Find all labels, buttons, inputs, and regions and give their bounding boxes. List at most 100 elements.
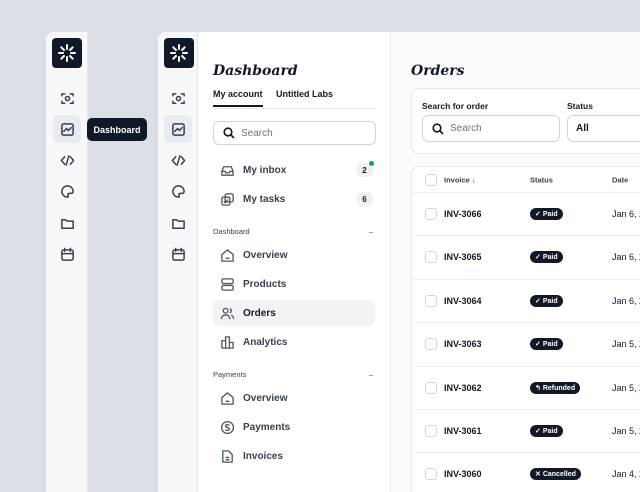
icon-rail-collapsed bbox=[46, 32, 88, 492]
nav-my-tasks[interactable]: My tasks 6 bbox=[213, 186, 375, 212]
scan-icon[interactable] bbox=[164, 84, 192, 112]
code-icon[interactable] bbox=[164, 146, 192, 174]
table-row[interactable]: INV-3061 ✓ Paid Jan 5, 2 bbox=[412, 409, 640, 452]
order-date: Jan 5, 2 bbox=[612, 339, 640, 350]
table-row[interactable]: INV-3064 ✓ Paid Jan 6, 2 bbox=[412, 278, 640, 322]
invoice-id: INV-3060 bbox=[444, 469, 482, 480]
count: 2 bbox=[362, 165, 367, 175]
palette-icon[interactable] bbox=[164, 177, 192, 205]
tasks-icon bbox=[221, 192, 234, 206]
tooltip: Dashboard bbox=[87, 118, 147, 141]
invoice-id: INV-3063 bbox=[444, 339, 482, 350]
table-row[interactable]: INV-3065 ✓ Paid Jan 6, 2 bbox=[412, 235, 640, 278]
status-badge: ✓ Paid bbox=[530, 251, 563, 264]
invoice-id: INV-3065 bbox=[444, 252, 482, 263]
order-date: Jan 5, 2 bbox=[612, 426, 640, 436]
status-label: Status bbox=[567, 101, 593, 111]
calendar-icon[interactable] bbox=[164, 240, 192, 268]
status-text: Paid bbox=[542, 341, 558, 349]
scan-icon[interactable] bbox=[53, 84, 81, 112]
filter-card: Search for order Search Status All bbox=[411, 88, 640, 154]
chart-icon[interactable] bbox=[164, 115, 192, 143]
page-title: Orders bbox=[411, 63, 465, 79]
order-search-input[interactable]: Search bbox=[422, 115, 560, 142]
nav-analytics[interactable]: Analytics bbox=[213, 329, 375, 355]
row-checkbox[interactable] bbox=[425, 425, 437, 437]
status-text: Paid bbox=[542, 211, 558, 218]
invoice-id: INV-3066 bbox=[444, 209, 482, 219]
server-icon bbox=[221, 277, 234, 291]
search-label: Search for order bbox=[422, 101, 489, 111]
table-row[interactable]: INV-3063 ✓ Paid Jan 5, 2 bbox=[412, 322, 640, 365]
logo[interactable] bbox=[164, 38, 194, 68]
search-placeholder: Search bbox=[450, 123, 482, 134]
tabs: My account Untitled Labs bbox=[213, 89, 376, 109]
select-all-checkbox[interactable] bbox=[425, 174, 437, 186]
collapse-icon[interactable]: – bbox=[369, 370, 373, 379]
row-checkbox[interactable] bbox=[425, 381, 437, 394]
nav-label: Products bbox=[243, 278, 287, 290]
order-date: Jan 6, 2 bbox=[612, 295, 640, 306]
status-text: Paid bbox=[542, 297, 558, 305]
nav-products[interactable]: Products bbox=[213, 271, 375, 297]
tab-my-account[interactable]: My account bbox=[213, 89, 263, 107]
sidebar-title: Dashboard bbox=[213, 63, 298, 79]
status-icon: ✓ bbox=[535, 341, 541, 349]
nav-my-inbox[interactable]: My inbox 2 bbox=[213, 157, 375, 183]
table-header: Invoice ↓ Status Date bbox=[412, 167, 640, 193]
nav-orders[interactable]: Orders bbox=[213, 300, 375, 326]
search-icon bbox=[223, 127, 235, 139]
column-status[interactable]: Status bbox=[530, 176, 553, 185]
row-checkbox[interactable] bbox=[425, 294, 437, 307]
nav-label: Orders bbox=[243, 307, 276, 319]
invoice-id: INV-3062 bbox=[444, 382, 482, 393]
document-icon bbox=[222, 449, 233, 463]
status-icon: ↰ bbox=[535, 384, 541, 392]
status-badge: ✓ Paid bbox=[530, 338, 563, 351]
status-icon: ✓ bbox=[535, 297, 541, 305]
nav-invoices[interactable]: Invoices bbox=[213, 443, 375, 469]
status-icon: ✓ bbox=[535, 428, 541, 435]
status-badge: ✓ Paid bbox=[530, 208, 563, 220]
tasks-count-badge: 6 bbox=[356, 192, 373, 206]
folder-icon[interactable] bbox=[164, 209, 192, 237]
row-checkbox[interactable] bbox=[425, 208, 437, 220]
status-select[interactable]: All bbox=[567, 115, 640, 142]
tab-untitled-labs[interactable]: Untitled Labs bbox=[276, 89, 333, 105]
nav-payments[interactable]: Payments bbox=[213, 414, 375, 440]
calendar-icon[interactable] bbox=[53, 240, 81, 268]
nav-payments-overview[interactable]: Overview bbox=[213, 385, 375, 411]
nav-label: My inbox bbox=[243, 164, 287, 176]
row-checkbox[interactable] bbox=[425, 338, 437, 351]
orders-table: Invoice ↓ Status Date INV-3066 ✓ Paid Ja… bbox=[411, 166, 640, 492]
unread-dot bbox=[369, 161, 374, 166]
logo[interactable] bbox=[52, 38, 82, 68]
nav-label: Payments bbox=[243, 421, 291, 433]
search-placeholder: Search bbox=[241, 127, 273, 139]
sidebar: Dashboard My account Untitled Labs Searc… bbox=[198, 32, 391, 492]
column-invoice[interactable]: Invoice ↓ bbox=[444, 176, 476, 185]
nav-label: Overview bbox=[243, 249, 288, 261]
row-checkbox[interactable] bbox=[425, 251, 437, 264]
folder-icon[interactable] bbox=[53, 209, 81, 237]
table-row[interactable]: INV-3066 ✓ Paid Jan 6, 2 bbox=[412, 192, 640, 235]
section-payments[interactable]: Payments – bbox=[213, 370, 373, 379]
table-row[interactable]: INV-3060 ✕ Cancelled Jan 4, 2 bbox=[412, 452, 640, 492]
table-row[interactable]: INV-3062 ↰ Refunded Jan 5, 2 bbox=[412, 365, 640, 409]
column-date[interactable]: Date bbox=[612, 176, 628, 185]
row-checkbox[interactable] bbox=[425, 468, 437, 481]
users-icon bbox=[220, 307, 235, 319]
home-icon bbox=[221, 391, 234, 405]
column-label: Invoice bbox=[444, 175, 470, 185]
palette-icon[interactable] bbox=[53, 177, 81, 205]
nav-overview[interactable]: Overview bbox=[213, 242, 375, 268]
status-text: Paid bbox=[542, 254, 558, 262]
code-icon[interactable] bbox=[53, 146, 81, 174]
chart-icon[interactable] bbox=[53, 115, 81, 143]
sidebar-search-input[interactable]: Search bbox=[213, 121, 376, 145]
section-dashboard[interactable]: Dashboard – bbox=[213, 227, 373, 236]
status-badge: ✓ Paid bbox=[530, 425, 563, 437]
status-badge: ✓ Paid bbox=[530, 294, 563, 307]
collapse-icon[interactable]: – bbox=[369, 227, 373, 236]
status-icon: ✓ bbox=[535, 211, 541, 218]
